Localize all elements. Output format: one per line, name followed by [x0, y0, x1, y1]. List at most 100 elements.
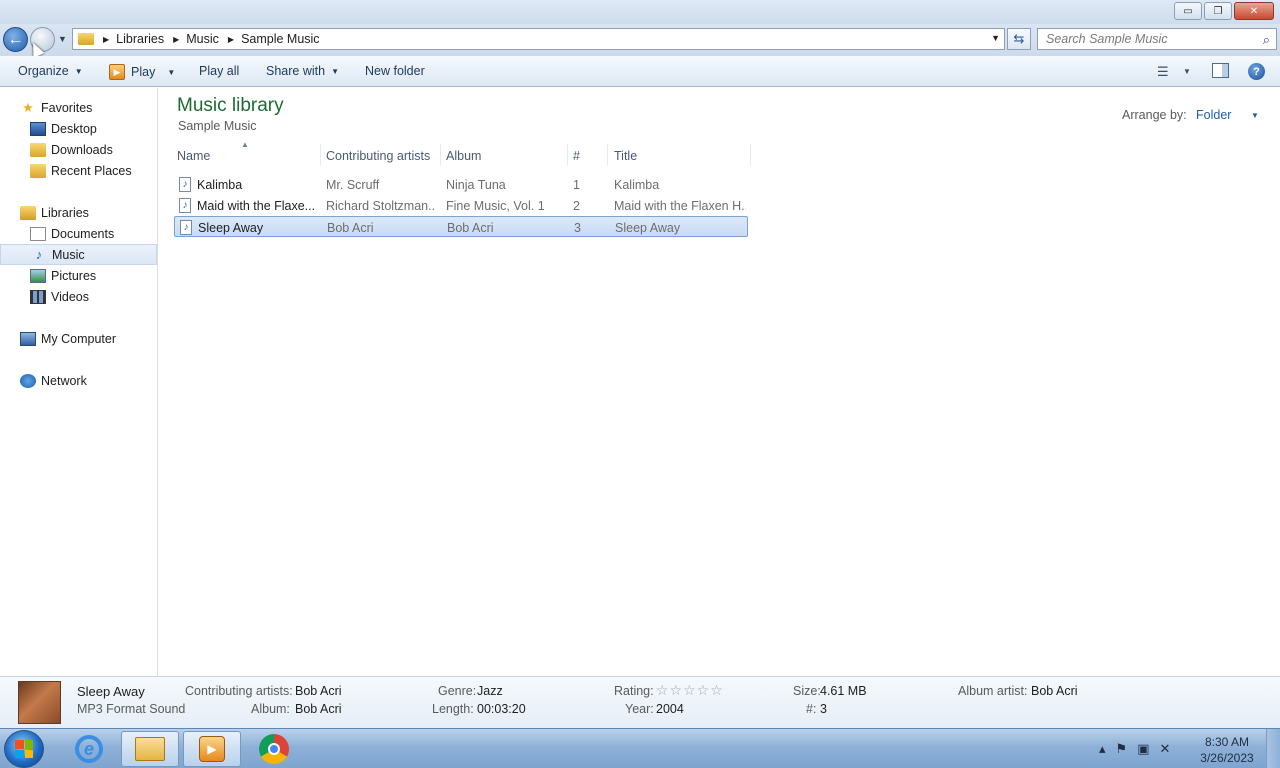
close-button[interactable]: ✕ [1234, 2, 1274, 20]
file-row-sleep-away[interactable]: ♪ Sleep Away Bob Acri Bob Acri 3 Sleep A… [174, 216, 748, 237]
breadcrumb-libraries[interactable]: Libraries [116, 32, 164, 46]
search-input[interactable] [1046, 32, 1246, 46]
column-divider[interactable] [750, 144, 751, 166]
share-with-button[interactable]: Share with ▼ [266, 64, 339, 78]
nav-music[interactable]: ♪ Music [0, 244, 157, 265]
file-name: Maid with the Flaxe... [197, 199, 316, 213]
file-title: Maid with the Flaxen H... [614, 199, 746, 213]
show-hidden-icons-icon[interactable]: ▴ [1099, 741, 1106, 757]
column-divider[interactable] [440, 144, 441, 166]
start-button[interactable] [4, 730, 44, 768]
maximize-button[interactable]: ❐ [1204, 2, 1232, 20]
address-bar[interactable]: ▶ Libraries ▶ Music ▶ Sample Music ▼ [72, 28, 1005, 50]
column-header-title[interactable]: Title [614, 149, 637, 163]
details-file-title: Sleep Away [77, 684, 145, 699]
details-album-artist-value[interactable]: Bob Acri [1031, 684, 1078, 698]
system-clock[interactable]: 8:30 AM 3/26/2023 [1195, 734, 1259, 766]
breadcrumb-arrow-icon[interactable]: ▶ [228, 35, 234, 44]
taskbar-media-player[interactable]: ▶ [183, 731, 241, 767]
file-artists: Richard Stoltzman... [326, 199, 436, 213]
column-header-contributing-artists[interactable]: Contributing artists [326, 149, 430, 163]
nav-documents-label: Documents [51, 226, 115, 241]
address-dropdown-icon[interactable]: ▼ [991, 33, 1000, 43]
music-note-icon: ♪ [35, 247, 43, 262]
title-bar: ▭ ❐ ✕ [0, 0, 1280, 24]
nav-network[interactable]: Network [0, 370, 157, 391]
breadcrumb-music[interactable]: Music [186, 32, 219, 46]
details-contributing-artists-value[interactable]: Bob Acri [295, 684, 342, 698]
column-divider[interactable] [607, 144, 608, 166]
media-player-icon: ▶ [199, 736, 225, 762]
nav-downloads[interactable]: Downloads [0, 139, 157, 160]
command-bar: Organize ▼ ▶ Play ▼ Play all Share with … [0, 56, 1280, 87]
refresh-button[interactable]: ⇆ [1007, 28, 1031, 50]
chevron-down-icon: ▼ [331, 66, 339, 76]
taskbar-chrome[interactable] [245, 731, 303, 767]
file-row-maid-with-the-flaxen-hair[interactable]: ♪ Maid with the Flaxe... Richard Stoltzm… [174, 195, 748, 216]
help-icon[interactable]: ? [1248, 63, 1265, 80]
file-artists: Mr. Scruff [326, 178, 380, 192]
taskbar-windows-explorer[interactable] [121, 731, 179, 767]
minimize-button[interactable]: ▭ [1174, 2, 1202, 20]
folder-icon [78, 33, 94, 45]
search-box[interactable]: ⌕ [1037, 28, 1277, 50]
nav-libraries[interactable]: Libraries [0, 202, 157, 223]
show-desktop-button[interactable] [1266, 729, 1280, 768]
breadcrumb-arrow-icon[interactable]: ▶ [103, 35, 109, 44]
play-button[interactable]: ▶ Play ▼ [109, 64, 175, 80]
back-button[interactable]: ← [3, 27, 28, 52]
details-rating-label: Rating: [614, 684, 654, 698]
column-header-name[interactable]: Name [177, 149, 210, 163]
address-row: ← ▼ ▶ Libraries ▶ Music ▶ Sample Music ▼… [0, 24, 1280, 56]
play-label: Play [131, 65, 156, 79]
action-center-flag-icon[interactable]: ⚑ [1116, 741, 1128, 757]
nav-pictures[interactable]: Pictures [0, 265, 157, 286]
search-icon[interactable]: ⌕ [1263, 32, 1270, 48]
breadcrumb-arrow-icon[interactable]: ▶ [173, 35, 179, 44]
organize-button[interactable]: Organize ▼ [18, 64, 83, 78]
arrow-left-icon: ← [7, 30, 24, 48]
nav-my-computer[interactable]: My Computer [0, 328, 157, 349]
nav-recent-places-label: Recent Places [51, 163, 132, 178]
arrange-by-label: Arrange by: [1122, 108, 1187, 122]
column-header-album[interactable]: Album [446, 149, 481, 163]
details-year-value[interactable]: 2004 [656, 702, 684, 716]
videos-icon [30, 289, 46, 304]
details-genre-label: Genre: [438, 684, 477, 698]
file-row-kalimba[interactable]: ♪ Kalimba Mr. Scruff Ninja Tuna 1 Kalimb… [174, 174, 748, 195]
nav-network-label: Network [41, 373, 87, 388]
nav-downloads-label: Downloads [51, 142, 113, 157]
column-header-track-number[interactable]: # [573, 149, 580, 163]
taskbar-internet-explorer[interactable]: e [60, 731, 118, 767]
column-divider[interactable] [567, 144, 568, 166]
change-view-icon[interactable]: ☰ [1157, 64, 1169, 80]
recent-pages-dropdown[interactable]: ▼ [58, 34, 67, 44]
network-status-icon[interactable]: ▣ [1137, 741, 1149, 757]
nav-pictures-label: Pictures [51, 268, 97, 283]
details-track-value[interactable]: 3 [820, 702, 827, 716]
view-options-dropdown-icon[interactable]: ▼ [1183, 67, 1191, 76]
arrange-by-dropdown[interactable]: Folder [1196, 108, 1231, 122]
play-all-button[interactable]: Play all [199, 64, 239, 78]
nav-documents[interactable]: Documents [0, 223, 157, 244]
windows-explorer-icon [135, 737, 165, 761]
nav-recent-places[interactable]: Recent Places [0, 160, 157, 181]
desktop-icon [30, 121, 46, 136]
details-genre-value[interactable]: Jazz [477, 684, 503, 698]
nav-desktop[interactable]: Desktop [0, 118, 157, 139]
chevron-down-icon[interactable]: ▼ [1251, 111, 1259, 120]
new-folder-button[interactable]: New folder [365, 64, 425, 78]
breadcrumb-sample-music[interactable]: Sample Music [241, 32, 320, 46]
volume-muted-icon[interactable]: ✕ [1159, 741, 1170, 757]
column-divider[interactable] [320, 144, 321, 166]
preview-pane-icon[interactable] [1212, 63, 1229, 78]
nav-videos[interactable]: Videos [0, 286, 157, 307]
file-name: Sleep Away [198, 221, 264, 235]
details-length-label: Length: [432, 702, 474, 716]
details-album-value[interactable]: Bob Acri [295, 702, 342, 716]
rating-stars-icon[interactable]: ☆☆☆☆☆ [656, 682, 724, 699]
details-track-label: #: [806, 702, 817, 716]
navigation-pane: ★ Favorites Desktop Downloads Recent Pla… [0, 88, 158, 676]
nav-favorites[interactable]: ★ Favorites [0, 97, 157, 118]
details-year-label: Year: [625, 702, 654, 716]
